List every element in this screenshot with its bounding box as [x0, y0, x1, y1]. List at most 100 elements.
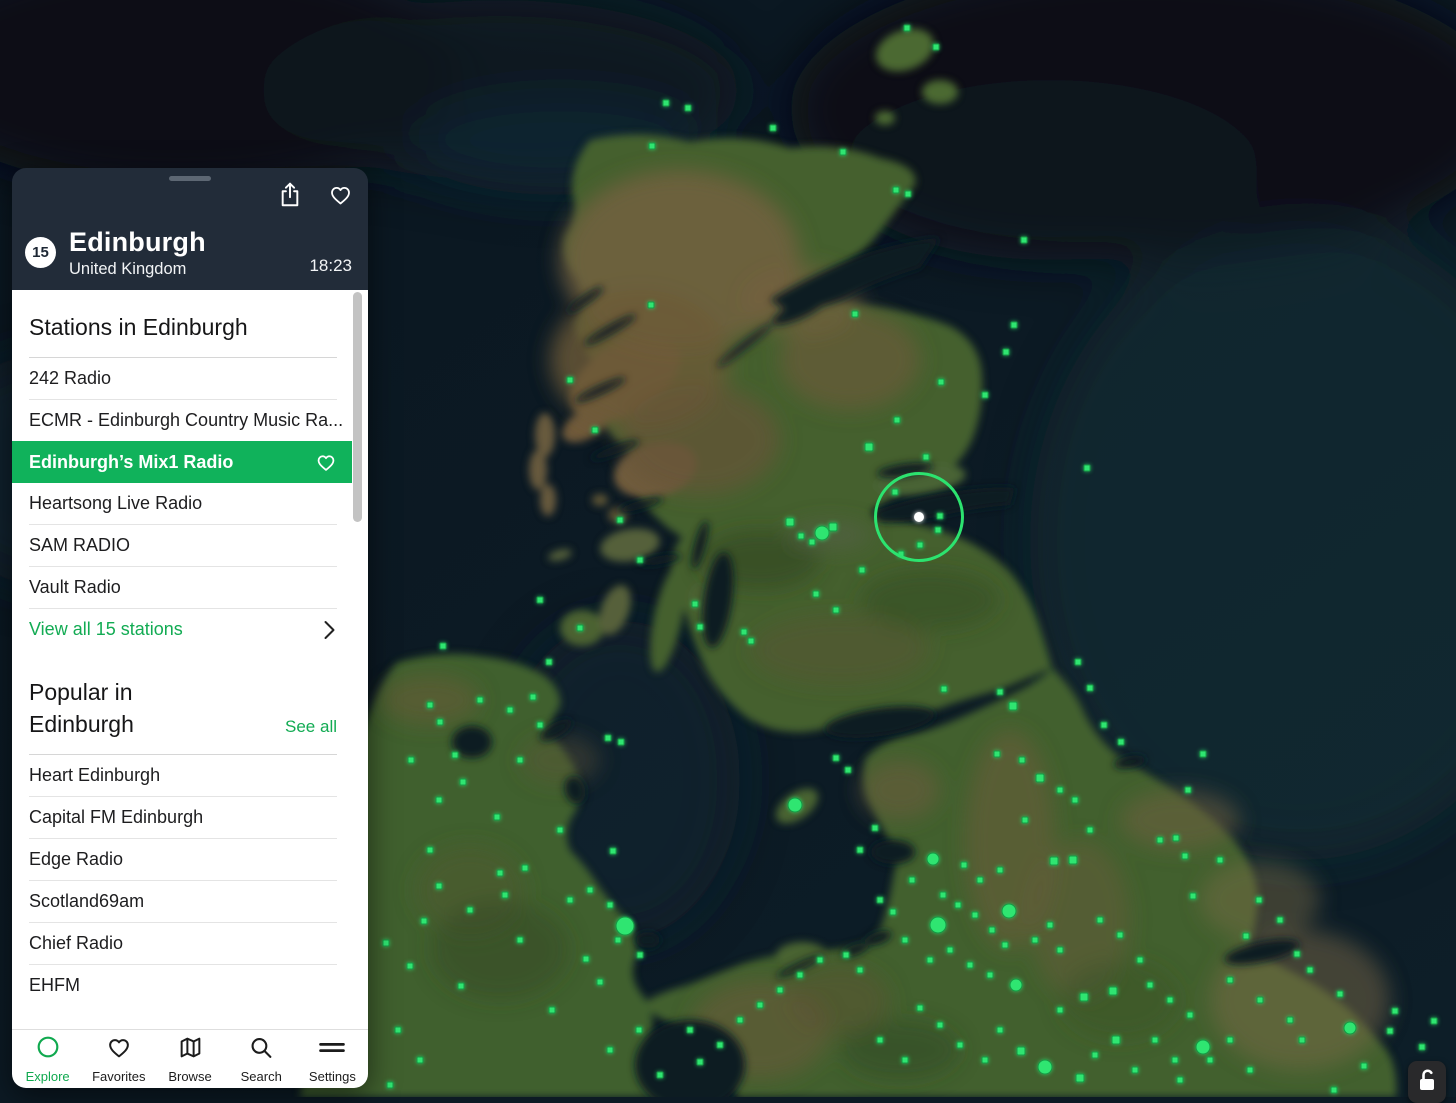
station-map-dot[interactable]	[395, 1027, 402, 1034]
station-map-dot[interactable]	[982, 392, 989, 399]
station-map-dot[interactable]	[427, 847, 434, 854]
station-map-dot[interactable]	[437, 719, 444, 726]
station-map-dot[interactable]	[997, 867, 1004, 874]
station-row[interactable]: ECMR - Edinburgh Country Music Ra...	[12, 400, 352, 441]
station-map-dot[interactable]	[587, 887, 594, 894]
station-map-dot[interactable]	[615, 937, 622, 944]
station-map-dot[interactable]	[904, 25, 911, 32]
station-map-dot[interactable]	[1038, 1060, 1053, 1075]
station-map-dot[interactable]	[605, 735, 612, 742]
station-map-dot[interactable]	[717, 1042, 724, 1049]
station-map-dot[interactable]	[460, 779, 467, 786]
station-map-dot[interactable]	[1087, 685, 1094, 692]
station-map-dot[interactable]	[757, 1002, 764, 1009]
station-map-dot[interactable]	[507, 707, 514, 714]
station-map-dot[interactable]	[557, 827, 564, 834]
station-map-dot[interactable]	[467, 907, 474, 914]
station-row[interactable]: Vault Radio	[12, 567, 352, 608]
station-map-dot[interactable]	[592, 427, 599, 434]
station-map-dot[interactable]	[1227, 977, 1234, 984]
station-map-dot[interactable]	[1032, 937, 1039, 944]
station-map-dot[interactable]	[1019, 757, 1026, 764]
station-map-dot[interactable]	[546, 659, 553, 666]
station-map-dot[interactable]	[1109, 987, 1118, 996]
station-map-dot[interactable]	[452, 752, 459, 759]
station-map-dot[interactable]	[692, 601, 699, 608]
station-map-dot[interactable]	[417, 1057, 424, 1064]
station-map-dot[interactable]	[597, 979, 604, 986]
station-map-dot[interactable]	[857, 967, 864, 974]
station-map-dot[interactable]	[1002, 942, 1009, 949]
station-row-selected[interactable]: Edinburgh’s Mix1 Radio	[12, 441, 352, 483]
station-map-dot[interactable]	[961, 862, 968, 869]
station-map-dot[interactable]	[1147, 982, 1154, 989]
station-map-dot[interactable]	[697, 624, 704, 631]
station-map-dot[interactable]	[687, 1027, 694, 1034]
station-map-dot[interactable]	[930, 917, 947, 934]
station-map-dot[interactable]	[607, 902, 614, 909]
station-map-dot[interactable]	[1337, 991, 1344, 998]
station-map-dot[interactable]	[1157, 837, 1164, 844]
view-all-stations-link[interactable]: View all 15 stations	[12, 609, 352, 650]
station-map-dot[interactable]	[1217, 857, 1224, 864]
station-map-dot[interactable]	[1419, 1044, 1426, 1051]
station-map-dot[interactable]	[1076, 1074, 1085, 1083]
station-map-dot[interactable]	[1057, 787, 1064, 794]
station-map-dot[interactable]	[1003, 349, 1010, 356]
nav-item-browse[interactable]: Browse	[154, 1030, 225, 1088]
station-map-dot[interactable]	[843, 952, 850, 959]
station-map-dot[interactable]	[458, 983, 465, 990]
station-map-dot[interactable]	[577, 625, 584, 632]
station-map-dot[interactable]	[815, 526, 830, 541]
station-map-dot[interactable]	[987, 972, 994, 979]
favorite-station-heart-icon[interactable]	[315, 452, 337, 473]
station-map-dot[interactable]	[567, 897, 574, 904]
station-map-dot[interactable]	[989, 927, 996, 934]
station-map-dot[interactable]	[972, 912, 979, 919]
station-map-dot[interactable]	[1431, 1018, 1438, 1025]
station-map-dot[interactable]	[1177, 1077, 1184, 1084]
station-map-dot[interactable]	[1112, 1036, 1121, 1045]
station-map-dot[interactable]	[877, 1037, 884, 1044]
station-map-dot[interactable]	[1057, 947, 1064, 954]
station-map-dot[interactable]	[857, 847, 864, 854]
station-map-dot[interactable]	[1257, 997, 1264, 1004]
station-row[interactable]: Heartsong Live Radio	[12, 483, 352, 524]
station-map-dot[interactable]	[947, 947, 954, 954]
station-map-dot[interactable]	[1196, 1040, 1211, 1055]
station-map-dot[interactable]	[1392, 1008, 1399, 1015]
station-map-dot[interactable]	[1227, 1037, 1234, 1044]
station-map-dot[interactable]	[407, 963, 414, 970]
station-map-dot[interactable]	[1036, 774, 1045, 783]
popular-station-row[interactable]: Capital FM Edinburgh	[12, 797, 352, 838]
station-map-dot[interactable]	[1152, 1037, 1159, 1044]
station-map-dot[interactable]	[1050, 857, 1059, 866]
station-map-dot[interactable]	[917, 1005, 924, 1012]
station-map-dot[interactable]	[517, 757, 524, 764]
station-map-dot[interactable]	[1022, 817, 1029, 824]
station-map-dot[interactable]	[777, 987, 784, 994]
drag-handle[interactable]	[169, 176, 211, 181]
station-map-dot[interactable]	[1190, 893, 1197, 900]
station-map-dot[interactable]	[865, 443, 874, 452]
station-map-dot[interactable]	[938, 379, 945, 386]
popular-station-row[interactable]: Scotland69am	[12, 881, 352, 922]
station-map-dot[interactable]	[440, 643, 447, 650]
station-map-dot[interactable]	[537, 722, 544, 729]
station-map-dot[interactable]	[894, 417, 901, 424]
station-map-dot[interactable]	[809, 539, 816, 546]
station-map-dot[interactable]	[741, 629, 748, 636]
station-map-dot[interactable]	[1117, 932, 1124, 939]
station-map-dot[interactable]	[813, 591, 820, 598]
station-map-dot[interactable]	[933, 44, 940, 51]
station-map-dot[interactable]	[909, 877, 916, 884]
station-map-dot[interactable]	[522, 865, 529, 872]
station-map-dot[interactable]	[649, 143, 656, 150]
station-map-dot[interactable]	[852, 311, 859, 318]
station-map-dot[interactable]	[1080, 993, 1089, 1002]
favorite-city-heart-icon[interactable]	[328, 183, 353, 207]
station-map-dot[interactable]	[1002, 904, 1017, 919]
station-map-dot[interactable]	[1299, 1037, 1306, 1044]
popular-station-row[interactable]: Chief Radio	[12, 923, 352, 964]
station-map-dot[interactable]	[893, 187, 900, 194]
